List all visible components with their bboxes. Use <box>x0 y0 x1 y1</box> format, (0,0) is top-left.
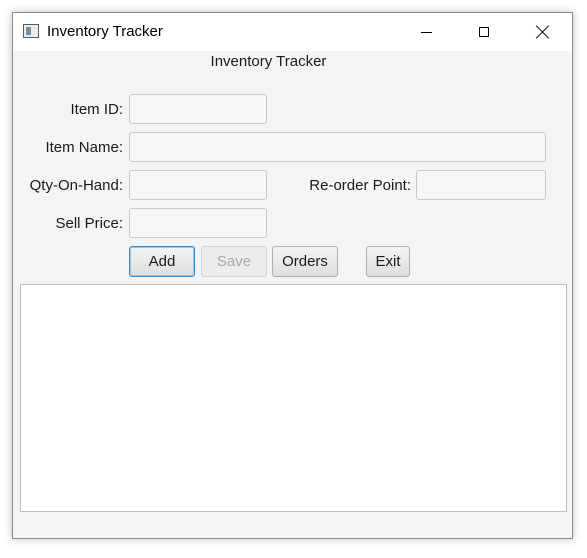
app-window: Inventory Tracker Inventory Tracker Item… <box>12 12 573 539</box>
minimize-button[interactable] <box>397 13 455 51</box>
minimize-icon <box>420 31 432 33</box>
sell-price-input[interactable] <box>129 208 267 238</box>
sell-price-label: Sell Price: <box>55 215 123 232</box>
item-id-label: Item ID: <box>70 101 123 118</box>
output-text-area[interactable] <box>20 284 567 512</box>
maximize-icon <box>479 27 489 37</box>
page-title: Inventory Tracker <box>210 53 327 70</box>
qty-on-hand-label: Qty-On-Hand: <box>29 177 123 194</box>
maximize-button[interactable] <box>455 13 513 51</box>
add-button[interactable]: Add <box>129 246 195 277</box>
orders-button[interactable]: Orders <box>272 246 338 277</box>
app-window-icon <box>23 24 39 38</box>
close-icon <box>536 25 550 39</box>
reorder-point-label: Re-order Point: <box>309 177 411 194</box>
close-button[interactable] <box>514 13 572 51</box>
reorder-point-input[interactable] <box>416 170 546 200</box>
qty-on-hand-input[interactable] <box>129 170 267 200</box>
item-name-input[interactable] <box>129 132 546 162</box>
title-bar[interactable]: Inventory Tracker <box>13 13 572 51</box>
exit-button[interactable]: Exit <box>366 246 410 277</box>
window-title: Inventory Tracker <box>47 23 163 40</box>
item-name-label: Item Name: <box>45 139 123 156</box>
item-id-input[interactable] <box>129 94 267 124</box>
save-button[interactable]: Save <box>201 246 267 277</box>
